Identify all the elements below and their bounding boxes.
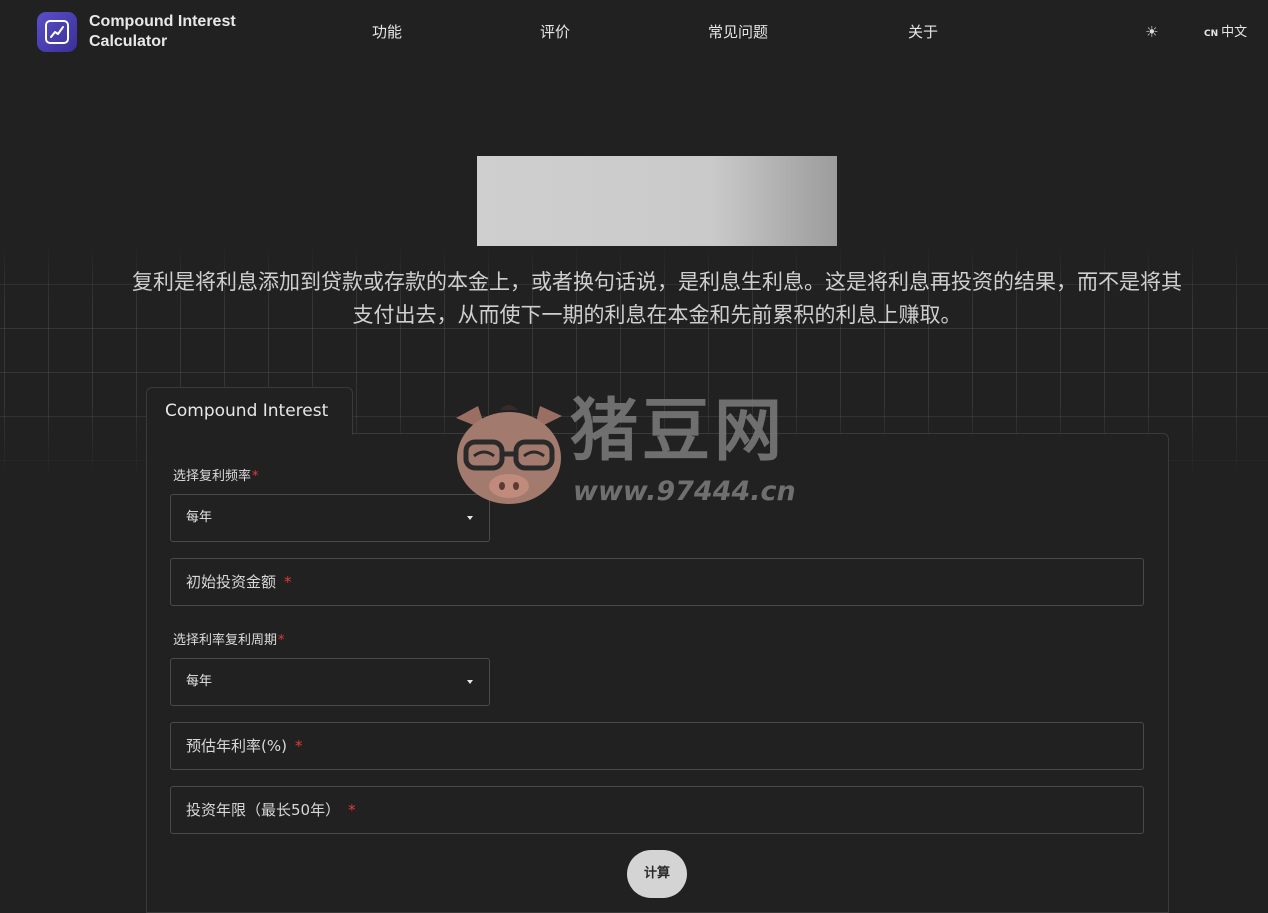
top-navigation-bar: Compound Interest Calculator 功能 评价 常见问题 … <box>0 0 1268 66</box>
required-asterisk: * <box>278 633 285 648</box>
compound-frequency-label: 选择复利频率* <box>173 468 259 486</box>
initial-investment-input[interactable]: 初始投资金额 * <box>170 558 1144 606</box>
compound-frequency-select[interactable]: 每年 <box>170 494 490 542</box>
nav-features[interactable]: 功能 <box>372 22 402 42</box>
annual-rate-placeholder: 预估年利率(%) <box>186 737 287 755</box>
rate-period-select[interactable]: 每年 <box>170 658 490 706</box>
caret-down-icon <box>467 680 473 684</box>
initial-investment-placeholder: 初始投资金额 <box>186 573 277 591</box>
annual-rate-input[interactable]: 预估年利率(%) * <box>170 722 1144 770</box>
chart-line-icon <box>45 20 69 44</box>
compound-frequency-label-text: 选择复利频率 <box>173 469 252 484</box>
nav-reviews[interactable]: 评价 <box>540 22 570 42</box>
flag-cn-icon: CN <box>1204 29 1219 39</box>
nav-about[interactable]: 关于 <box>908 22 938 42</box>
calculate-button[interactable]: 计算 <box>627 850 687 898</box>
investment-years-placeholder: 投资年限（最长50年） <box>186 801 341 819</box>
nav-faq[interactable]: 常见问题 <box>708 22 768 42</box>
brand-line-2: Calculator <box>89 33 168 50</box>
required-asterisk: * <box>294 737 303 755</box>
hero-description: 复利是将利息添加到贷款或存款的本金上，或者换句话说，是利息生利息。这是将利息再投… <box>132 270 1182 327</box>
theme-toggle-sun-icon[interactable]: ☀ <box>1145 22 1158 42</box>
rate-period-label-text: 选择利率复利周期 <box>173 633 278 648</box>
app-logo[interactable] <box>37 12 77 52</box>
hero-image <box>477 156 837 246</box>
rate-period-label: 选择利率复利周期* <box>173 632 285 650</box>
required-asterisk: * <box>348 801 356 819</box>
required-asterisk: * <box>252 469 259 484</box>
language-label: 中文 <box>1221 25 1248 40</box>
rate-period-value: 每年 <box>186 674 213 689</box>
brand-line-1: Compound Interest <box>89 13 236 30</box>
compound-frequency-value: 每年 <box>186 510 213 525</box>
investment-years-input[interactable]: 投资年限（最长50年） * <box>170 786 1144 834</box>
required-asterisk: * <box>284 573 292 591</box>
language-selector[interactable]: CN 中文 <box>1204 23 1247 44</box>
caret-down-icon <box>467 516 473 520</box>
tab-compound-interest[interactable]: Compound Interest <box>146 387 353 435</box>
brand-name[interactable]: Compound Interest Calculator <box>89 12 236 52</box>
